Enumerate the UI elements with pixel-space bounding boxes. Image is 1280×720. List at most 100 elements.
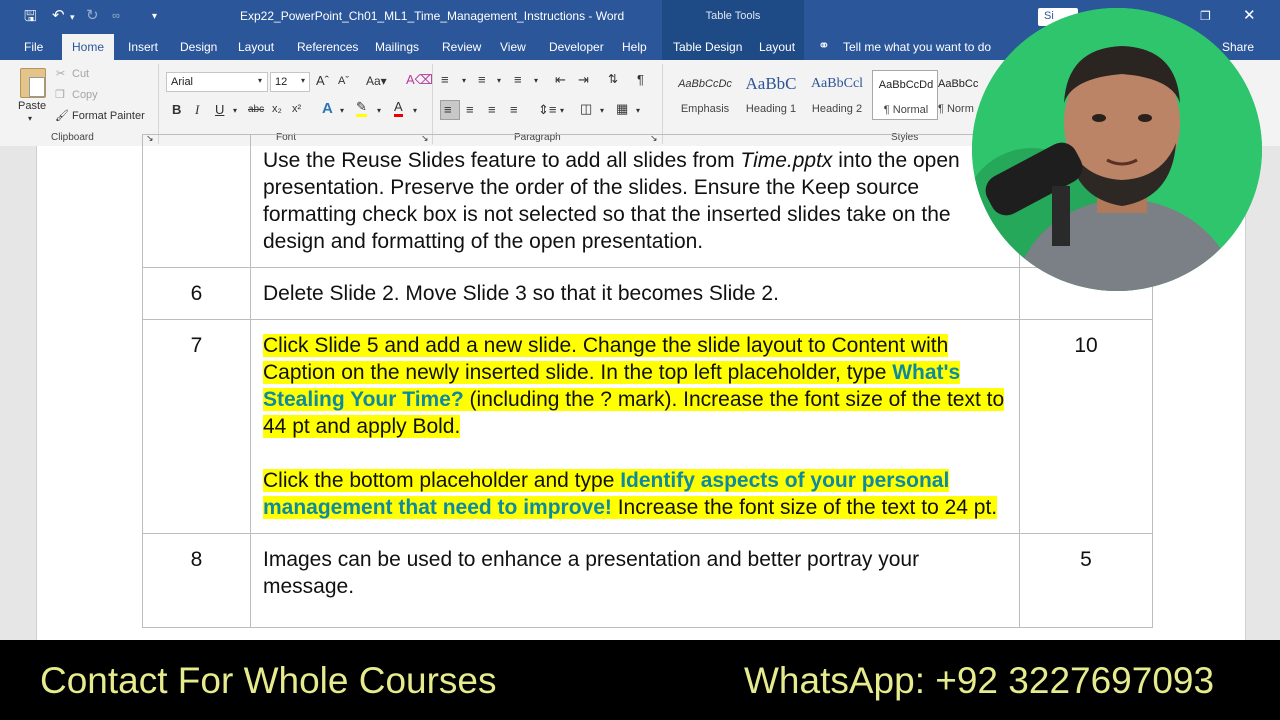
font-color-dropdown-icon[interactable]: ▾	[413, 106, 417, 115]
show-formatting-icon[interactable]: ¶	[637, 72, 644, 87]
style-preview: AaBbCcDc	[678, 78, 732, 90]
borders-icon[interactable]: ▦	[616, 101, 628, 117]
step7-text-d: Increase the font size of the text to 24…	[611, 496, 998, 519]
redo-icon[interactable]: ↻	[86, 6, 99, 24]
align-right-icon[interactable]: ≡	[488, 102, 496, 117]
decrease-indent-icon[interactable]: ⇤	[555, 72, 566, 88]
text-effects-dropdown-icon[interactable]: ▾	[340, 106, 344, 115]
share-button[interactable]: Share	[1222, 40, 1254, 54]
step-description-cell[interactable]: Use the Reuse Slides feature to add all …	[250, 134, 1020, 268]
line-spacing-dropdown-icon[interactable]: ▾	[560, 106, 564, 115]
line-spacing-icon[interactable]: ⇕≡	[538, 102, 556, 118]
tab-mailings[interactable]: Mailings	[375, 40, 419, 54]
style-heading-2[interactable]: AaBbCcl Heading 2	[804, 70, 870, 120]
shading-icon[interactable]: ◫	[580, 101, 592, 117]
justify-icon[interactable]: ≡	[510, 102, 518, 117]
highlight-icon[interactable]: ✎	[356, 100, 367, 117]
font-name-field[interactable]: Arial	[166, 72, 268, 92]
multilevel-list-icon[interactable]: ≡	[514, 72, 522, 87]
divider	[662, 64, 663, 144]
step-number-cell: 8	[142, 533, 251, 628]
repeat-icon[interactable]: ∞	[112, 10, 120, 22]
step-number-cell: 6	[142, 267, 251, 320]
align-left-button[interactable]: ≡	[440, 100, 460, 120]
copy-button[interactable]: Copy	[72, 89, 98, 101]
underline-dropdown-icon[interactable]: ▾	[233, 106, 237, 115]
format-painter-button[interactable]: Format Painter	[72, 110, 145, 122]
step-number-cell	[142, 134, 251, 268]
close-icon[interactable]: ✕	[1243, 6, 1256, 24]
paste-icon[interactable]	[20, 68, 46, 98]
paste-dropdown-icon[interactable]: ▾	[28, 114, 32, 123]
font-color-icon[interactable]: A	[394, 100, 403, 117]
style-name: ¶ Norm	[938, 103, 974, 115]
font-size-dropdown-icon[interactable]: ▾	[301, 76, 305, 85]
step-description-cell[interactable]: Delete Slide 2. Move Slide 3 so that it …	[250, 267, 1020, 320]
save-icon[interactable]: 🖫	[24, 6, 37, 31]
style-emphasis[interactable]: AaBbCcDc Emphasis	[672, 70, 738, 120]
undo-dropdown-icon[interactable]: ▾	[70, 12, 75, 23]
points-cell: 5	[1019, 533, 1153, 628]
whatsapp-banner-text: WhatsApp: +92 3227697093	[744, 660, 1215, 701]
format-painter-icon[interactable]: 🖌	[55, 109, 69, 122]
numbering-dropdown-icon[interactable]: ▾	[497, 76, 501, 85]
bullets-icon[interactable]: ≡	[441, 72, 449, 87]
table-row: 8 Images can be used to enhance a presen…	[142, 533, 1153, 628]
superscript-icon[interactable]: x²	[292, 103, 301, 115]
tab-file[interactable]: File	[24, 40, 43, 54]
align-center-icon[interactable]: ≡	[466, 102, 474, 117]
tab-table-design[interactable]: Table Design	[673, 40, 742, 54]
highlight-dropdown-icon[interactable]: ▾	[377, 106, 381, 115]
points-cell: 10	[1019, 319, 1153, 534]
grow-font-icon[interactable]: Aˆ	[316, 73, 329, 88]
customize-toolbar-icon[interactable]: ▾	[152, 11, 157, 22]
tab-insert[interactable]: Insert	[128, 40, 158, 54]
clipboard-group-label: Clipboard	[51, 132, 94, 143]
step-description-cell[interactable]: Images can be used to enhance a presenta…	[250, 533, 1020, 628]
shading-dropdown-icon[interactable]: ▾	[600, 106, 604, 115]
subscript-icon[interactable]: x₂	[272, 103, 282, 115]
tab-developer[interactable]: Developer	[549, 40, 604, 54]
table-tools-header: Table Tools	[662, 0, 804, 34]
tab-table-layout[interactable]: Layout	[759, 40, 795, 54]
bullets-dropdown-icon[interactable]: ▾	[462, 76, 466, 85]
underline-icon[interactable]: U	[215, 102, 224, 117]
copy-icon[interactable]: ❐	[55, 88, 65, 101]
divider	[158, 64, 159, 144]
style-heading-1[interactable]: AaBbC Heading 1	[738, 70, 804, 120]
step-description-cell[interactable]: Click Slide 5 and add a new slide. Chang…	[250, 319, 1020, 534]
shrink-font-icon[interactable]: Aˇ	[338, 75, 349, 87]
style-normal[interactable]: AaBbCcDd ¶ Normal	[872, 70, 938, 120]
borders-dropdown-icon[interactable]: ▾	[636, 106, 640, 115]
tab-references[interactable]: References	[297, 40, 358, 54]
font-name-dropdown-icon[interactable]: ▾	[258, 76, 262, 85]
tab-review[interactable]: Review	[442, 40, 481, 54]
cut-icon[interactable]: ✂	[56, 67, 65, 80]
cut-button[interactable]: Cut	[72, 68, 89, 80]
bold-icon[interactable]: B	[172, 102, 181, 117]
align-left-icon: ≡	[444, 102, 452, 117]
lightbulb-icon: ⚭	[818, 37, 830, 53]
multilevel-dropdown-icon[interactable]: ▾	[534, 76, 538, 85]
tab-view[interactable]: View	[500, 40, 526, 54]
step-number-cell: 7	[142, 319, 251, 534]
tab-home[interactable]: Home	[62, 34, 115, 60]
reuse-text-a: Use the Reuse Slides feature to add all …	[263, 149, 741, 172]
undo-icon[interactable]: ↶	[52, 6, 65, 24]
italic-icon[interactable]: I	[195, 102, 199, 118]
paste-button[interactable]: Paste	[18, 100, 46, 112]
text-effects-icon[interactable]: A	[322, 100, 333, 117]
style-preview: AaBbCcDd	[878, 79, 934, 91]
increase-indent-icon[interactable]: ⇥	[578, 72, 589, 88]
tab-help[interactable]: Help	[622, 40, 647, 54]
clear-formatting-icon[interactable]: A⌫	[406, 72, 433, 88]
tell-me-search[interactable]: Tell me what you want to do	[843, 40, 991, 54]
change-case-icon[interactable]: Aa▾	[366, 74, 387, 88]
strikethrough-icon[interactable]: abc	[248, 104, 264, 115]
style-normal-2[interactable]: AaBbCc ¶ Norm	[938, 70, 978, 120]
restore-icon[interactable]: ❐	[1200, 9, 1211, 23]
tab-design[interactable]: Design	[180, 40, 217, 54]
sort-icon[interactable]: ⇅	[608, 72, 618, 86]
tab-layout[interactable]: Layout	[238, 40, 274, 54]
numbering-icon[interactable]: ≡	[478, 72, 486, 87]
